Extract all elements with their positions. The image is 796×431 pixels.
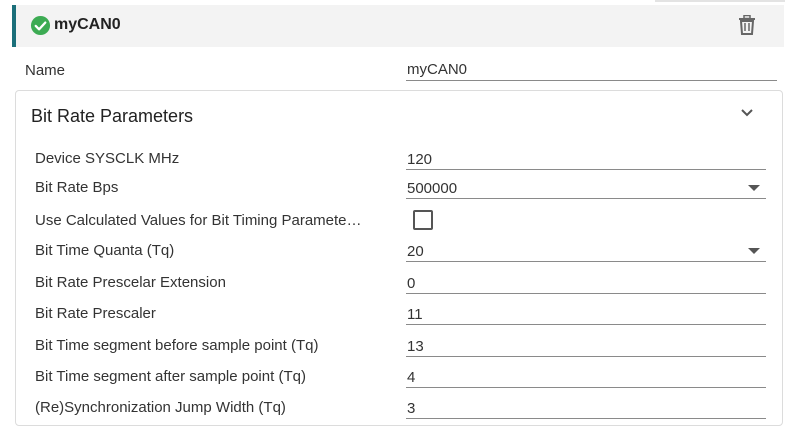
param-row-prescaler: Bit Rate Prescaler 11: [0, 301, 796, 327]
segment-before-field[interactable]: 13: [406, 337, 766, 357]
param-row-sjw: (Re)Synchronization Jump Width (Tq) 3: [0, 395, 796, 421]
prescaler-field[interactable]: 11: [406, 305, 766, 325]
param-label: Bit Rate Prescaler: [35, 305, 156, 322]
bit-time-quanta-value: 20: [407, 243, 424, 260]
param-row-use-calculated: Use Calculated Values for Bit Timing Par…: [0, 208, 796, 234]
param-row-bit-time-quanta: Bit Time Quanta (Tq) 20: [0, 238, 796, 264]
bit-rate-select[interactable]: 500000: [406, 179, 766, 199]
module-title: myCAN0: [54, 16, 121, 33]
param-label: Bit Time segment after sample point (Tq): [35, 368, 306, 385]
param-label: Bit Time segment before sample point (Tq…: [35, 337, 319, 354]
param-row-prescaler-extension: Bit Rate Prescelar Extension 0: [0, 270, 796, 296]
name-field[interactable]: myCAN0: [406, 60, 777, 81]
module-header[interactable]: myCAN0: [12, 5, 784, 47]
divider: [655, 0, 785, 2]
prescaler-extension-field[interactable]: 0: [406, 274, 766, 294]
param-row-segment-after: Bit Time segment after sample point (Tq)…: [0, 364, 796, 390]
param-row-segment-before: Bit Time segment before sample point (Tq…: [0, 333, 796, 359]
device-sysclk-field[interactable]: 120: [406, 150, 766, 170]
param-row-device-sysclk: Device SYSCLK MHz 120: [0, 146, 796, 172]
sjw-field[interactable]: 3: [406, 399, 766, 419]
dropdown-arrow-icon[interactable]: [748, 248, 760, 254]
dropdown-arrow-icon[interactable]: [748, 185, 760, 191]
use-calculated-checkbox[interactable]: [413, 210, 433, 230]
param-label: Device SYSCLK MHz: [35, 150, 180, 167]
name-label: Name: [25, 62, 66, 79]
param-row-bit-rate: Bit Rate Bps 500000: [0, 175, 796, 201]
param-label: (Re)Synchronization Jump Width (Tq): [35, 399, 286, 416]
check-circle-icon: [30, 15, 51, 36]
top-strip: [0, 0, 796, 4]
param-label: Use Calculated Values for Bit Timing Par…: [35, 212, 362, 229]
panel-title: Bit Rate Parameters: [31, 106, 194, 126]
bit-rate-value: 500000: [407, 180, 458, 197]
param-label: Bit Time Quanta (Tq): [35, 242, 175, 259]
chevron-down-icon[interactable]: [740, 108, 754, 118]
segment-after-field[interactable]: 4: [406, 368, 766, 388]
trash-icon[interactable]: [738, 15, 756, 35]
param-label: Bit Rate Bps: [35, 179, 119, 196]
name-row: Name myCAN0: [0, 58, 796, 82]
param-label: Bit Rate Prescelar Extension: [35, 274, 226, 291]
bit-time-quanta-select[interactable]: 20: [406, 242, 766, 262]
